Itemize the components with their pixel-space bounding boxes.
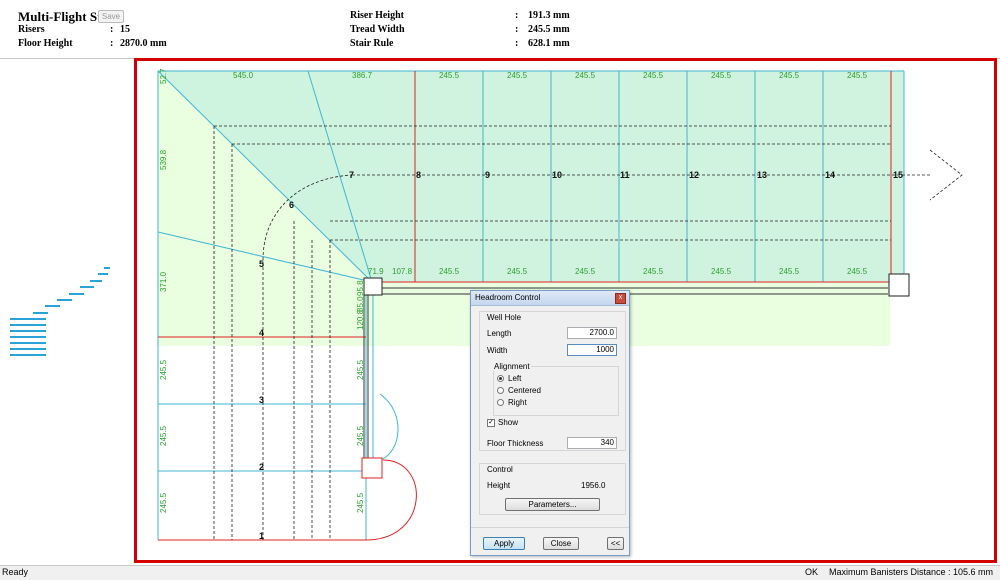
step-number: 10 [552, 170, 562, 180]
status-banisters: Maximum Banisters Distance : 105.6 mm [829, 567, 994, 577]
colon: : [110, 24, 114, 35]
step-number: 2 [259, 462, 264, 472]
alignment-label: Alignment [493, 362, 531, 371]
colon: : [515, 38, 519, 49]
save-button[interactable]: Save [98, 10, 124, 23]
align-left-label: Left [508, 374, 522, 383]
floor-thickness-input[interactable]: 340 [567, 437, 617, 449]
length-label: Length [487, 329, 512, 338]
step-number: 8 [416, 170, 421, 180]
stair-info-header: Multi-Flight Stair Save Risers : 15 Floo… [0, 0, 1000, 59]
dialog-title: Headroom Control [475, 293, 541, 302]
show-label: Show [498, 418, 519, 427]
floor-height-value: 2870.0 mm [120, 38, 167, 49]
tread-width-label: Tread Width [350, 24, 405, 35]
status-ready: Ready [2, 567, 29, 577]
step-number: 13 [757, 170, 767, 180]
riser-height-label: Riser Height [350, 10, 404, 21]
elevation-thumbnail [10, 267, 110, 356]
tread-width-value: 245.5 mm [528, 24, 570, 35]
colon: : [515, 24, 519, 35]
close-button[interactable]: Close [543, 537, 579, 550]
step-number: 9 [485, 170, 490, 180]
align-centered-label: Centered [508, 386, 541, 395]
step-number: 6 [289, 200, 294, 210]
stair-elevation-preview [0, 60, 133, 565]
control-label: Control [487, 465, 513, 474]
apply-button[interactable]: Apply [483, 537, 525, 550]
align-centered-radio[interactable] [497, 387, 504, 394]
align-right-label: Right [508, 398, 527, 407]
dialog-title-bar[interactable]: Headroom Control x [471, 291, 629, 306]
step-number: 7 [349, 170, 354, 180]
risers-label: Risers [18, 24, 45, 35]
well-hole-label: Well Hole [487, 313, 522, 322]
length-input[interactable]: 2700.0 [567, 327, 617, 339]
step-number: 4 [259, 328, 264, 338]
show-checkbox[interactable]: ✓ [487, 419, 495, 427]
collapse-button[interactable]: << [607, 537, 624, 550]
colon: : [515, 10, 519, 21]
width-input[interactable]: 1000 [567, 344, 617, 356]
height-value: 1956.0 [581, 481, 606, 490]
risers-value: 15 [120, 24, 130, 35]
step-number: 1 [259, 531, 264, 541]
height-label: Height [487, 481, 511, 490]
close-icon[interactable]: x [615, 293, 626, 304]
colon: : [110, 38, 114, 49]
stair-rule-label: Stair Rule [350, 38, 394, 49]
align-right-radio[interactable] [497, 399, 504, 406]
parameters-button[interactable]: Parameters... [505, 498, 600, 511]
step-number: 3 [259, 395, 264, 405]
riser-height-value: 191.3 mm [528, 10, 570, 21]
step-number: 14 [825, 170, 835, 180]
step-number: 5 [259, 259, 264, 269]
stair-rule-value: 628.1 mm [528, 38, 570, 49]
align-left-radio[interactable] [497, 375, 504, 382]
floor-height-label: Floor Height [18, 38, 73, 49]
headroom-control-dialog: Headroom Control x Well Hole Length 2700… [470, 290, 630, 556]
status-ok: OK [805, 567, 819, 577]
status-bar: Ready OK Maximum Banisters Distance : 10… [0, 565, 1000, 580]
step-number: 15 [893, 170, 903, 180]
step-number: 11 [620, 170, 630, 180]
step-number: 12 [689, 170, 699, 180]
floor-thickness-label: Floor Thickness [487, 439, 544, 448]
width-label: Width [487, 346, 508, 355]
dialog-divider [471, 527, 629, 528]
